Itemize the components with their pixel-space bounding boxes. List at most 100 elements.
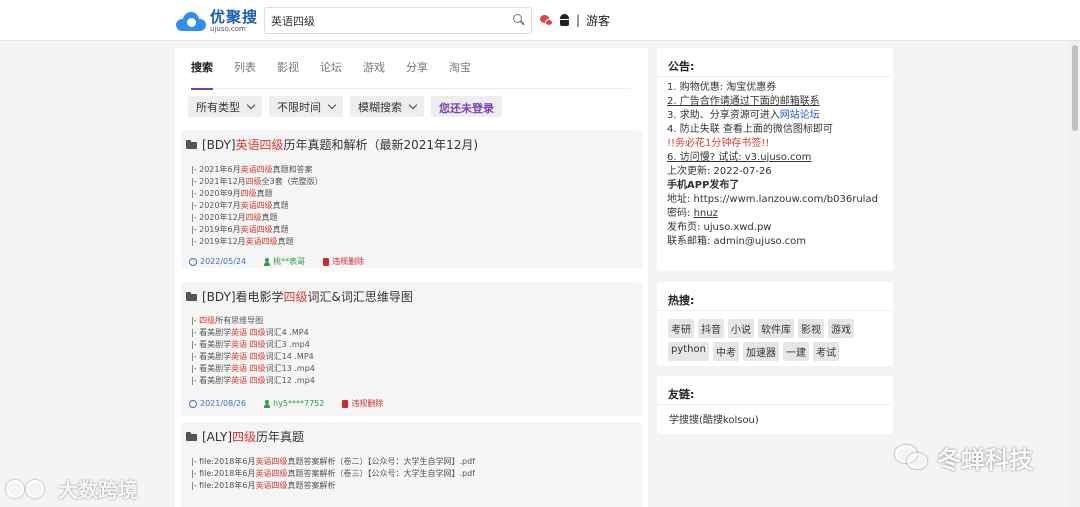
user-icon [264,257,271,266]
watermark-left: 大数跨境 [6,474,138,503]
file-list: |- file:2018年6月英语四级真题答案解析（卷二）【公众号：大学生自学网… [191,456,475,492]
filter-bar: 所有类型 不限时间 模糊搜索 您还未登录 [188,96,502,117]
file-item: |- 看美剧学英语 四级词汇14 .MP4 [191,352,314,361]
hot-tag[interactable]: 中考 [712,342,739,361]
hot-tag[interactable]: 考试 [812,342,839,361]
file-item: |- 看美剧学英语 四级词汇13 .mp4 [191,364,315,373]
type-filter-dropdown[interactable]: 所有类型 [188,96,262,117]
hot-tag[interactable]: 考研 [668,319,694,338]
divider [657,404,893,405]
hot-tag[interactable]: 一建 [782,342,809,361]
trash-icon [342,399,349,408]
divider [657,76,893,77]
hot-tag[interactable]: 小说 [728,319,754,338]
result-card: [ALY]四级历年真题 |- file:2018年6月英语四级真题答案解析（卷二… [181,422,642,507]
top-header: 优聚搜 ujuso.com | 游客 [0,0,1080,41]
friend-link[interactable]: 学搜搜(酷搜kolsou) [669,411,759,426]
notice-heading: 公告: [668,60,695,73]
file-item: |- 2019年6月英语四级真题 [191,225,289,234]
file-list: |- 四级所有思维导图 |- 看美剧学英语 四级词汇4 .MP4 |- 看美剧学… [191,315,315,387]
file-item: |- file:2018年6月英语四级真题答案解析（卷二）【公众号：大学生自学网… [191,457,475,466]
bookmark-reminder: !!务必花1分钟存书签!! [667,138,770,149]
chevron-down-icon [327,100,337,109]
file-item: |- file:2018年6月英语四级真题答案解析（卷三）【公众号：大学生自学网… [191,469,475,478]
search-input[interactable] [265,8,505,33]
result-meta: 2022/05/24 桃**表哥 违规删除 [189,256,364,267]
logo-title: 优聚搜 [210,7,259,26]
folder-icon [186,432,197,441]
hot-tag[interactable]: 抖音 [698,319,724,338]
hot-tag[interactable]: python [668,342,709,361]
result-card: [BDY]英语四级历年真题和解析（最新2021年12月) |- 2021年6月英… [181,130,642,268]
tab-search[interactable]: 搜索 [191,56,213,90]
hot-tag[interactable]: 影视 [798,319,824,338]
forum-link[interactable]: 网站论坛 [780,110,820,121]
tab-share[interactable]: 分享 [406,56,428,89]
links-heading: 友链: [668,388,695,401]
time-filter-dropdown[interactable]: 不限时间 [269,96,343,117]
clock-icon [189,399,197,408]
clock-icon [189,257,197,266]
report-button[interactable]: 违规删除 [323,256,364,267]
android-icon[interactable] [559,14,570,26]
category-tabs: 搜索 列表 影视 论坛 游戏 分享 淘宝 [191,56,631,90]
watermark-logo-icon [6,478,52,500]
chevron-down-icon [408,100,418,109]
cloud-logo-icon [176,10,208,32]
result-title[interactable]: [BDY]看电影学四级词汇&词汇思维导图 [186,288,413,305]
user-icon [264,399,271,408]
file-list: |- 2021年6月英语四级真题和答案 |- 2021年12月四级全3套（完整版… [191,164,323,248]
notice-line[interactable]: 1. 购物优惠: 淘宝优惠券 [667,81,878,95]
result-meta: 2021/08/26 hy5****7752 违规删除 [189,398,383,409]
site-logo[interactable]: 优聚搜 ujuso.com [176,9,258,33]
result-date: 2022/05/24 [189,257,246,266]
wechat-watermark-icon [895,444,929,471]
result-title[interactable]: [BDY]英语四级历年真题和解析（最新2021年12月) [186,136,478,153]
notice-line: 3. 求助、分享资源可进入网站论坛 [667,110,820,121]
file-item: |- 2021年6月英语四级真题和答案 [191,165,313,174]
time-filter-label: 不限时间 [277,100,321,114]
scrollbar-thumb[interactable] [1072,45,1078,131]
publish-page[interactable]: 发布页: ujuso.xwd.pw [667,221,878,235]
contact-email[interactable]: 联系邮箱: admin@ujuso.com [667,235,878,249]
type-filter-label: 所有类型 [196,100,240,114]
tab-forum[interactable]: 论坛 [320,56,342,89]
tab-taobao[interactable]: 淘宝 [449,56,471,89]
result-user[interactable]: hy5****7752 [264,399,324,408]
tab-games[interactable]: 游戏 [363,56,385,89]
file-item: |- 看美剧学英语 四级词汇4 .MP4 [191,328,309,337]
file-item: |- 看美剧学英语 四级词汇12 .mp4 [191,376,315,385]
folder-icon [186,292,197,301]
search-icon[interactable] [513,14,525,26]
report-button[interactable]: 违规删除 [342,398,383,409]
app-heading: 手机APP发布了 [667,180,740,191]
hot-tag[interactable]: 加速器 [742,342,779,361]
result-card: [BDY]看电影学四级词汇&词汇思维导图 |- 四级所有思维导图 |- 看美剧学… [181,282,642,416]
result-user[interactable]: 桃**表哥 [264,256,305,267]
hot-search-card: 热搜: 考研 抖音 小说 软件库 影视 游戏 python 中考 加速器 一建 … [657,282,893,366]
hot-tags: 考研 抖音 小说 软件库 影视 游戏 python 中考 加速器 一建 考试 [668,319,886,361]
divider [657,310,893,311]
result-date: 2021/08/26 [189,399,246,408]
file-item: |- 2021年12月四级全3套（完整版） [191,177,323,186]
search-mode-dropdown[interactable]: 模糊搜索 [350,96,424,117]
login-button[interactable]: 您还未登录 [431,96,502,117]
app-address[interactable]: 地址: https://wwm.lanzouw.com/b036rulad [667,193,878,207]
result-title[interactable]: [ALY]四级历年真题 [186,428,304,445]
folder-icon [186,140,197,149]
file-item: |- 看美剧学英语 四级词汇3 .mp4 [191,340,310,349]
update-date: 上次更新: 2022-07-26 [667,166,772,177]
watermark-right: 冬蝉科技 [895,440,1033,475]
notice-card: 公告: 1. 购物优惠: 淘宝优惠券 2. 广告合作请通过下面的邮箱联系 3. … [657,48,893,271]
tab-list[interactable]: 列表 [234,56,256,89]
tab-video[interactable]: 影视 [277,56,299,89]
trash-icon [323,257,330,266]
guest-link[interactable]: 游客 [586,12,610,29]
file-item: |- file:2018年6月英语四级真题答案解析 [191,481,336,490]
hot-tag[interactable]: 游戏 [828,319,854,338]
hot-tag[interactable]: 软件库 [758,319,794,338]
notice-line: 2. 广告合作请通过下面的邮箱联系 [667,96,820,107]
wechat-icon[interactable] [540,14,553,26]
file-item: |- 2020年7月英语四级真题 [191,201,289,210]
mirror-link[interactable]: 6. 访问慢? 试试: v3.ujuso.com [667,151,878,165]
